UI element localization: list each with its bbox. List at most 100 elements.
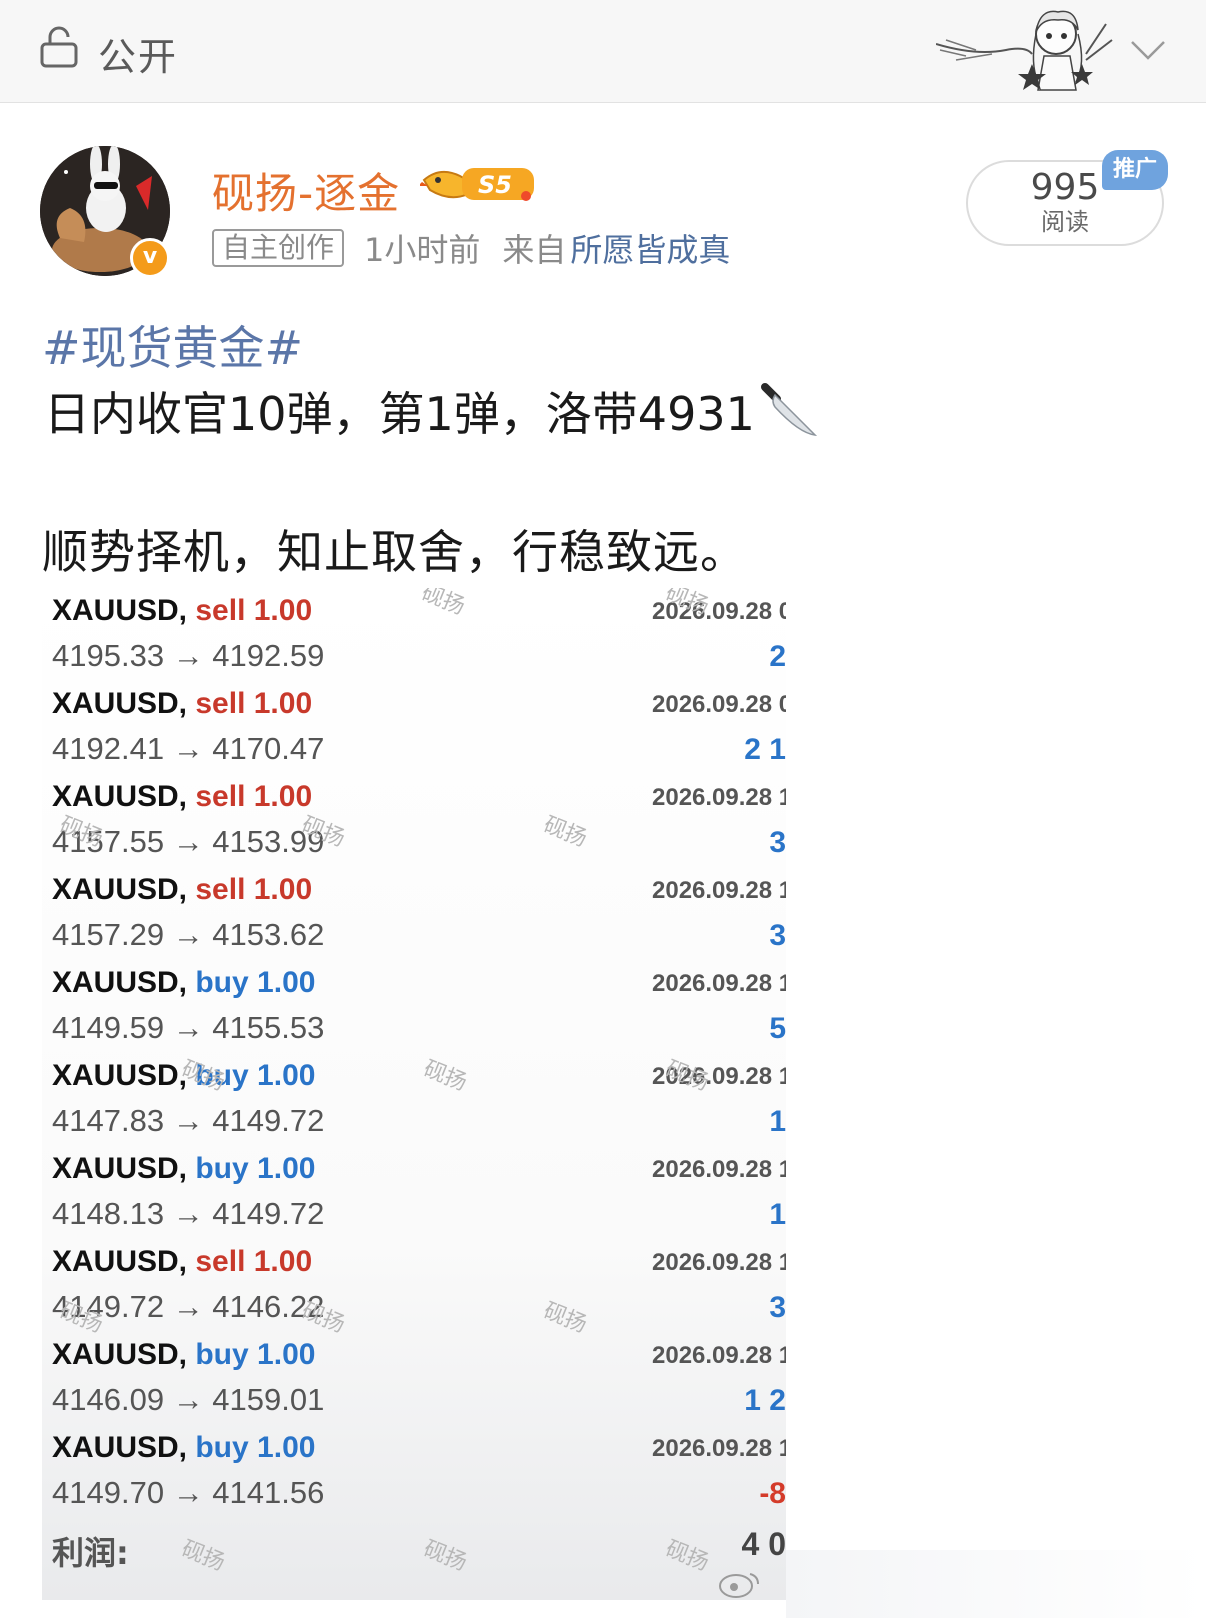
trade-profit: 2	[769, 640, 786, 673]
trade-date: 2026.09.28 1	[652, 877, 786, 904]
profit-label: 利润:	[52, 1534, 129, 1572]
trade-symbol: XAUUSD,	[52, 1059, 188, 1092]
source-prefix: 来自	[502, 231, 567, 269]
trade-row: XAUUSD, buy 1.00 4149.59 → 4155.53 2026.09…	[42, 960, 786, 1053]
trade-title: XAUUSD, sell 1.00	[52, 873, 312, 907]
trade-date: 2026.09.28 1	[652, 1249, 786, 1276]
trade-side: sell	[195, 873, 246, 906]
trade-profit: 3	[769, 1291, 786, 1324]
trade-profit: 5	[769, 1012, 786, 1045]
trade-side: buy	[195, 966, 249, 999]
trade-lot: 1.00	[253, 1245, 313, 1278]
post-meta: 自主创作 1小时前 来自 所愿皆成真	[212, 226, 730, 270]
trade-prices: 4157.29 → 4153.62	[52, 917, 325, 952]
visibility-label[interactable]: 公开	[98, 26, 178, 81]
trade-side: sell	[195, 594, 246, 627]
watermark-text: 砚扬	[661, 1536, 713, 1577]
trade-date: 2026.09.28 1	[652, 1435, 786, 1462]
trade-row: XAUUSD, sell 1.00 4157.55 → 4153.99 2026.0…	[42, 774, 786, 867]
trade-title: XAUUSD, buy 1.00	[52, 966, 315, 1000]
trade-title: XAUUSD, buy 1.00	[52, 1338, 315, 1372]
source-link[interactable]: 所愿皆成真	[570, 225, 730, 271]
reads-label: 阅读	[1041, 208, 1089, 236]
trade-symbol: XAUUSD,	[52, 687, 188, 720]
trade-title: XAUUSD, buy 1.00	[52, 1431, 315, 1465]
trade-title: XAUUSD, buy 1.00	[52, 1152, 315, 1186]
trade-side: sell	[195, 687, 246, 720]
trade-title: XAUUSD, sell 1.00	[52, 1245, 312, 1279]
anime-girl-sticker	[936, 10, 1113, 91]
trade-symbol: XAUUSD,	[52, 1338, 188, 1371]
trade-title: XAUUSD, sell 1.00	[52, 687, 312, 721]
trade-lot: 1.00	[257, 1059, 316, 1092]
lock-icon[interactable]	[40, 26, 78, 68]
kitchen-knife-icon	[760, 383, 817, 437]
trade-lot: 1.00	[257, 1431, 316, 1464]
trade-symbol: XAUUSD,	[52, 594, 188, 627]
trade-date: 2026.09.28 1	[652, 970, 786, 997]
trade-lot: 1.00	[253, 873, 313, 906]
trade-lot: 1.00	[257, 1338, 316, 1371]
trade-profit: 1 2	[744, 1384, 786, 1417]
trade-prices: 4195.33 → 4192.59	[52, 638, 325, 673]
trade-profit: 3	[769, 919, 786, 952]
post-text-line-1-text: 日内收官10弹，第1弹，洛带4931	[44, 387, 755, 441]
creation-tag: 自主创作	[212, 229, 345, 267]
username[interactable]: 砚扬-逐金	[212, 160, 400, 221]
trade-row: XAUUSD, sell 1.00 4157.29 → 4153.62 2026.0…	[42, 867, 786, 960]
trade-lot: 1.00	[253, 594, 313, 627]
trade-lot: 1.00	[253, 780, 313, 813]
trade-side: buy	[195, 1431, 249, 1464]
trade-profit: 1	[769, 1198, 786, 1231]
trade-prices: 4192.41 → 4170.47	[52, 731, 325, 766]
weibo-watermark-icon	[719, 1573, 759, 1598]
promo-badge[interactable]: 推广	[1102, 150, 1168, 190]
post-text-line-2: 顺势择机，知止取舍，行稳致远。	[42, 525, 747, 579]
trade-prices: 4146.09 → 4159.01	[52, 1382, 325, 1417]
watermark-text: 砚扬	[177, 1536, 229, 1577]
trade-row: XAUUSD, sell 1.00 4192.41 → 4170.47 2026.0…	[42, 681, 786, 774]
trade-symbol: XAUUSD,	[52, 1431, 188, 1464]
trade-profit: -8	[759, 1477, 786, 1510]
hashtag-link[interactable]: #现货黄金#	[42, 312, 303, 378]
trade-date: 2026.09.28 1	[652, 784, 786, 811]
trade-row: XAUUSD, buy 1.00 4149.70 → 4141.56 2026.09…	[42, 1425, 786, 1518]
level-badge-icon[interactable]: S5	[420, 160, 538, 208]
trade-row: XAUUSD, buy 1.00 4146.09 → 4159.01 2026.09…	[42, 1332, 786, 1425]
trade-side: sell	[195, 1245, 246, 1278]
trade-profit: 2 1	[744, 733, 786, 766]
trade-date: 2026.09.28 1	[652, 1156, 786, 1183]
trade-date: 2026.09.28 0	[652, 691, 786, 718]
trade-lot: 1.00	[257, 1152, 316, 1185]
post-time: 1小时前	[364, 231, 481, 269]
trade-history-image[interactable]: XAUUSD, sell 1.00 4195.33 → 4192.59 2026.0…	[42, 588, 786, 1600]
trade-prices: 4148.13 → 4149.72	[52, 1196, 325, 1231]
trade-side: sell	[195, 780, 246, 813]
bottom-fade	[786, 1550, 1206, 1618]
trade-side: buy	[195, 1338, 249, 1371]
trade-date: 2026.09.28 1	[652, 1342, 786, 1369]
trade-prices: 4147.83 → 4149.72	[52, 1103, 325, 1138]
profit-total: 4 0	[741, 1526, 786, 1562]
watermark-text: 砚扬	[419, 1536, 471, 1577]
chevron-down-icon[interactable]	[1128, 30, 1168, 70]
post-text-line-1: 日内收官10弹，第1弹，洛带4931	[44, 378, 819, 444]
trade-title: XAUUSD, sell 1.00	[52, 594, 312, 628]
trade-lot: 1.00	[257, 966, 316, 999]
top-bar: 公开	[0, 0, 1206, 103]
trade-prices: 4149.59 → 4155.53	[52, 1010, 325, 1045]
trade-symbol: XAUUSD,	[52, 1152, 188, 1185]
trade-symbol: XAUUSD,	[52, 966, 188, 999]
verified-badge-icon: v	[130, 238, 170, 278]
trade-symbol: XAUUSD,	[52, 1245, 188, 1278]
trade-row: XAUUSD, buy 1.00 4148.13 → 4149.72 2026.09…	[42, 1146, 786, 1239]
trade-row: XAUUSD, sell 1.00 4149.72 → 4146.22 2026.0…	[42, 1239, 786, 1332]
trade-lot: 1.00	[253, 687, 313, 720]
trade-profit: 3	[769, 826, 786, 859]
level-badge-text: S5	[478, 171, 512, 199]
trade-symbol: XAUUSD,	[52, 873, 188, 906]
trade-profit: 1	[769, 1105, 786, 1138]
trade-side: buy	[195, 1152, 249, 1185]
trade-prices: 4149.70 → 4141.56	[52, 1475, 325, 1510]
trade-title: XAUUSD, sell 1.00	[52, 780, 312, 814]
